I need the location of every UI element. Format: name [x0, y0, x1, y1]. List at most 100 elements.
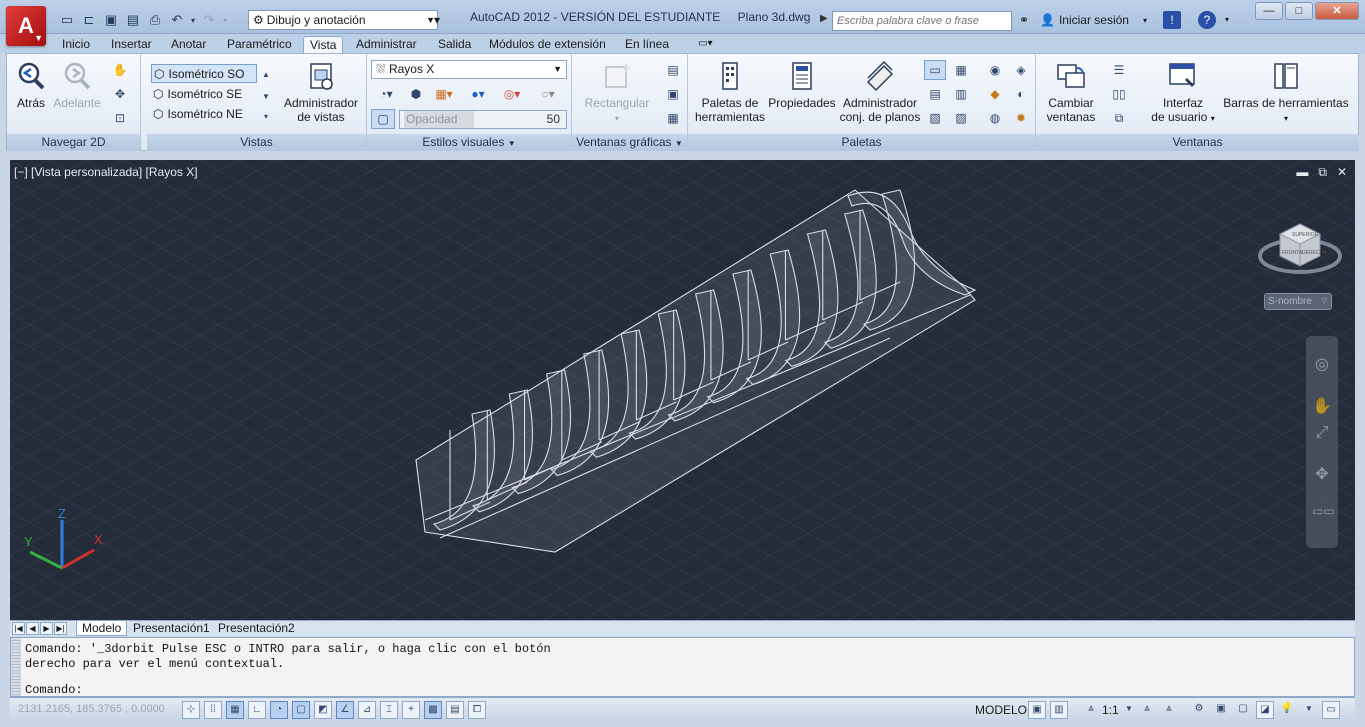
toolbar-lock-icon[interactable]: ▣ — [1212, 701, 1230, 719]
pan-hand-icon[interactable]: ✋ — [109, 60, 131, 80]
join-viewports-icon[interactable]: ▦ — [662, 108, 684, 128]
view-manager-button[interactable]: Administrador de vistas — [279, 60, 363, 124]
workspace-switch-icon[interactable]: ⚙ — [1190, 701, 1208, 719]
snap-mode-icon[interactable]: ⁞⁞ — [204, 701, 222, 719]
annotation-visibility-icon[interactable]: ⩓ — [1138, 701, 1156, 719]
drawing-viewport[interactable]: Z X Y [−] [Vista personalizada] [Rayos X… — [10, 160, 1355, 620]
save-as-icon[interactable]: ▤ — [122, 10, 144, 30]
zoom-extents-icon[interactable]: ⤢ — [1312, 424, 1332, 444]
materials-icon[interactable]: ◎▾ — [497, 84, 527, 104]
first-layout-icon[interactable]: |◀ — [12, 622, 25, 635]
back-button[interactable]: Atrás — [13, 60, 49, 110]
dynamic-ucs-icon[interactable]: ⊿ — [358, 701, 376, 719]
status-menu-icon[interactable]: ▼ — [1300, 701, 1318, 719]
zoom-window-icon[interactable]: ⊡ — [109, 108, 131, 128]
last-layout-icon[interactable]: ▶| — [54, 622, 67, 635]
prev-layout-icon[interactable]: ◀ — [26, 622, 39, 635]
tab-modelo[interactable]: Modelo — [76, 621, 128, 636]
command-prompt[interactable]: Comando: — [25, 683, 83, 697]
xray-toggle-icon[interactable]: ▢ — [371, 109, 395, 129]
chevron-down-icon[interactable]: ▼ — [508, 139, 516, 148]
view-isometric-so[interactable]: ⬡ Isométrico SO — [151, 64, 257, 83]
steering-wheel-icon[interactable]: ◎ — [1312, 354, 1332, 374]
workspace-selector[interactable]: ⚙ Dibujo y anotación ▼ — [248, 10, 438, 30]
tab-parametrico[interactable]: Paramétrico — [221, 36, 298, 54]
selection-cycling-icon[interactable]: ⧠ — [468, 701, 486, 719]
save-icon[interactable]: ▣ — [100, 10, 122, 30]
tab-en-linea[interactable]: En línea — [619, 36, 675, 54]
chevron-down-icon[interactable]: ▼ — [675, 139, 683, 148]
minimize-icon[interactable]: ▬ — [1296, 165, 1308, 180]
tile-vertical-icon[interactable]: ▯▯ — [1108, 84, 1130, 104]
switch-windows-button[interactable]: Cambiar ventanas — [1042, 60, 1100, 124]
annotation-scale-icon[interactable]: ⩓ — [1082, 701, 1100, 719]
object-snap-tracking-icon[interactable]: ∠ — [336, 701, 354, 719]
clean-screen-icon[interactable]: ▭ — [1322, 701, 1340, 719]
maximize-icon[interactable]: □ — [1285, 2, 1313, 20]
calculator-icon[interactable]: ▥ — [950, 84, 972, 104]
ortho-mode-icon[interactable]: ∟ — [248, 701, 266, 719]
view-isometric-ne[interactable]: ⬡ Isométrico NE — [151, 104, 257, 123]
rectangular-viewport-button[interactable]: Rectangular ▾ — [582, 60, 652, 126]
print-icon[interactable]: ⎙ — [144, 10, 166, 30]
dbconnect-icon[interactable]: ▧ — [924, 108, 946, 128]
application-menu-button[interactable]: A ▼ — [6, 6, 46, 46]
lights-icon[interactable]: ●▾ — [463, 84, 493, 104]
tab-vista[interactable]: Vista — [303, 36, 344, 54]
layer-states-icon[interactable]: ▨ — [950, 108, 972, 128]
viewcube[interactable]: SUPERIOR FRONTAL DERECHA — [1258, 210, 1342, 280]
tool-palettes-button[interactable]: Paletas de herramientas — [692, 60, 768, 124]
exchange-icon[interactable]: ! — [1163, 11, 1181, 29]
render-presets-icon[interactable]: ◈ — [1010, 60, 1032, 80]
toolbars-button[interactable]: Barras de herramientas ▾ — [1222, 60, 1350, 126]
properties-button[interactable]: Propiedades — [766, 60, 838, 110]
dynamic-input-icon[interactable]: ⌶ — [380, 701, 398, 719]
help-dropdown-icon[interactable]: ▾ — [1218, 11, 1236, 29]
lights-palette-icon[interactable]: ◐ — [1010, 84, 1032, 104]
tab-inicio[interactable]: Inicio — [56, 36, 96, 54]
3d-object-snap-icon[interactable]: ◩ — [314, 701, 332, 719]
tab-insertar[interactable]: Insertar — [105, 36, 158, 54]
steering-wheel-icon[interactable]: ✥ — [109, 84, 131, 104]
tab-presentacion1[interactable]: Presentación1 — [128, 621, 215, 636]
view-isometric-se[interactable]: ⬡ Isométrico SE — [151, 84, 257, 103]
qat-customize-icon[interactable]: ▾ — [428, 11, 446, 29]
scroll-up-icon[interactable]: ▲ — [259, 64, 273, 84]
edge-style-icon[interactable]: ⬢ — [405, 84, 427, 104]
cascade-icon[interactable]: ⧉ — [1108, 108, 1130, 128]
sheet-set-manager-button[interactable]: Administrador conj. de planos — [838, 60, 922, 124]
tile-horizontal-icon[interactable]: ☰ — [1108, 60, 1130, 80]
visual-styles-palette-icon[interactable]: ◍ — [984, 108, 1006, 128]
isolate-objects-icon[interactable]: ◪ — [1256, 701, 1274, 719]
forward-button[interactable]: Adelante — [51, 60, 103, 110]
lightbulb-icon[interactable]: 💡 — [1278, 701, 1296, 719]
ucs-menu[interactable]: S-nombre ▽ — [1264, 293, 1332, 310]
opacity-slider[interactable]: Opacidad 50 — [399, 110, 567, 129]
close-icon[interactable]: ✕ — [1315, 2, 1359, 20]
open-icon[interactable]: ⊏ — [78, 10, 100, 30]
chevron-down-icon[interactable]: ▼ — [1120, 701, 1138, 719]
lineweight-icon[interactable]: + — [402, 701, 420, 719]
annotation-scale-value[interactable]: 1:1 — [1102, 703, 1119, 717]
tab-presentacion2[interactable]: Presentación2 — [213, 621, 300, 636]
binoculars-icon[interactable]: ⚭ — [1015, 11, 1033, 29]
model-space-toggle[interactable]: MODELO — [975, 703, 1027, 717]
pan-hand-icon[interactable]: ✋ — [1312, 396, 1332, 416]
tab-modulos[interactable]: Módulos de extensión — [483, 36, 612, 54]
gallery-expand-icon[interactable]: ▾ — [259, 106, 273, 126]
hardware-acceleration-icon[interactable]: ▢ — [1234, 701, 1252, 719]
ribbon-options-icon[interactable]: ▭▾ — [692, 36, 718, 54]
markup-icon[interactable]: ▤ — [924, 84, 946, 104]
search-expand-icon[interactable]: ▶ — [820, 13, 828, 24]
infer-constraints-icon[interactable]: ⊹ — [182, 701, 200, 719]
new-icon[interactable]: ▭ — [56, 10, 78, 30]
visual-style-combo[interactable]: ⛆ Rayos X ▼ — [371, 60, 567, 79]
tab-salida[interactable]: Salida — [432, 36, 477, 54]
design-center-icon[interactable]: ▦ — [950, 60, 972, 80]
object-snap-icon[interactable]: ▢ — [292, 701, 310, 719]
tab-administrar[interactable]: Administrar — [350, 36, 423, 54]
clip-viewport-icon[interactable]: ▣ — [662, 84, 684, 104]
orbit-icon[interactable]: ✥ — [1312, 464, 1332, 484]
redo-icon[interactable]: ↷ — [198, 10, 220, 30]
close-icon[interactable]: ✕ — [1337, 165, 1347, 180]
